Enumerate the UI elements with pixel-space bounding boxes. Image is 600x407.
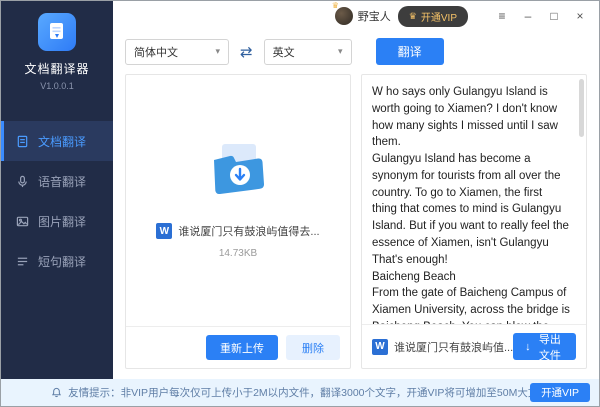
sidebar-item-label: 短句翻译 <box>38 253 86 270</box>
paragraph: Baicheng Beach <box>372 269 570 286</box>
sidebar-item-label: 语音翻译 <box>38 173 86 190</box>
app-version: V1.0.0.1 <box>40 81 74 91</box>
microphone-icon <box>16 175 29 188</box>
app-logo-icon <box>38 13 76 51</box>
language-toolbar: 简体中文 ▾ ⇄ 英文 ▾ 翻译 <box>113 31 599 74</box>
sidebar-item-label: 文档翻译 <box>38 133 86 150</box>
uploaded-file-name: 谁说厦门只有鼓浪屿值得去... <box>178 223 319 239</box>
chevron-down-icon: ▾ <box>338 46 343 57</box>
menu-icon[interactable]: ≡ <box>489 5 515 27</box>
sidebar: 文档翻译器 V1.0.0.1 文档翻译 语音翻译 <box>1 1 113 379</box>
paragraph: That's enough! <box>372 252 570 269</box>
image-icon <box>16 215 29 228</box>
source-language-select[interactable]: 简体中文 ▾ <box>125 39 229 65</box>
footer-notice-text: 友情提示：非VIP用户每次仅可上传小于2M以内文件，翻译3000个文字，开通VI… <box>68 385 549 400</box>
user-name: 野宝人 <box>358 8 391 24</box>
text-lines-icon <box>16 255 29 268</box>
sidebar-item-voice-translate[interactable]: 语音翻译 <box>1 161 113 201</box>
scrollbar[interactable] <box>579 79 584 320</box>
export-file-button[interactable]: ↓ 导出文件 <box>513 333 576 360</box>
translated-text: W ho says only Gulangyu Island is worth … <box>362 75 586 324</box>
export-file-label: 导出文件 <box>536 331 564 363</box>
word-file-icon: W <box>372 339 388 355</box>
target-language-value: 英文 <box>273 44 295 60</box>
reupload-button[interactable]: 重新上传 <box>206 335 278 360</box>
bell-icon <box>51 387 62 398</box>
result-file: W 谁说厦门只有鼓浪屿值... <box>372 339 513 355</box>
upload-folder-icon <box>206 142 270 203</box>
upload-actions: 重新上传 删除 <box>126 326 350 368</box>
app-window: 文档翻译器 V1.0.0.1 文档翻译 语音翻译 <box>0 0 600 407</box>
user-avatar: ♛ <box>335 7 353 25</box>
paragraph: From the gate of Baicheng Campus of Xiam… <box>372 285 570 324</box>
uploaded-file: W 谁说厦门只有鼓浪屿值得去... <box>156 223 319 239</box>
word-file-icon: W <box>156 223 172 239</box>
upload-dropzone[interactable]: W 谁说厦门只有鼓浪屿值得去... 14.73KB <box>126 75 350 326</box>
upload-panel: W 谁说厦门只有鼓浪屿值得去... 14.73KB 重新上传 删除 <box>125 74 351 369</box>
uploaded-file-size: 14.73KB <box>219 248 257 259</box>
sidebar-item-sentence-translate[interactable]: 短句翻译 <box>1 241 113 281</box>
maximize-icon[interactable]: □ <box>541 5 567 27</box>
result-actions: W 谁说厦门只有鼓浪屿值... ↓ 导出文件 <box>362 324 586 368</box>
minimize-icon[interactable]: – <box>515 5 541 27</box>
open-vip-pill-button[interactable]: ♛ 开通VIP <box>398 6 468 27</box>
chevron-down-icon: ▾ <box>215 46 220 57</box>
window-controls: ≡ – □ × <box>489 5 593 27</box>
result-panel: W ho says only Gulangyu Island is worth … <box>361 74 587 369</box>
delete-button[interactable]: 删除 <box>286 335 340 360</box>
sidebar-item-document-translate[interactable]: 文档翻译 <box>1 121 113 161</box>
swap-languages-icon[interactable]: ⇄ <box>240 43 253 61</box>
result-file-name: 谁说厦门只有鼓浪屿值... <box>394 339 513 355</box>
app-name: 文档翻译器 <box>24 60 89 77</box>
download-icon: ↓ <box>525 341 531 353</box>
sidebar-item-label: 图片翻译 <box>38 213 86 230</box>
source-language-value: 简体中文 <box>134 44 178 60</box>
close-icon[interactable]: × <box>567 5 593 27</box>
open-vip-label: 开通VIP <box>421 9 457 24</box>
target-language-select[interactable]: 英文 ▾ <box>264 39 352 65</box>
footer-notice-bar: 友情提示：非VIP用户每次仅可上传小于2M以内文件，翻译3000个文字，开通VI… <box>1 379 599 406</box>
crown-icon: ♛ <box>332 1 339 10</box>
footer-open-vip-button[interactable]: 开通VIP <box>530 383 590 402</box>
user-profile[interactable]: ♛ 野宝人 <box>335 7 391 25</box>
document-icon <box>16 135 29 148</box>
paragraph: W ho says only Gulangyu Island is worth … <box>372 84 570 151</box>
translate-button[interactable]: 翻译 <box>376 38 444 65</box>
scrollbar-thumb[interactable] <box>579 79 584 137</box>
crown-icon: ♛ <box>409 11 417 22</box>
titlebar: ♛ 野宝人 ♛ 开通VIP ≡ – □ × <box>113 1 599 31</box>
paragraph: Gulangyu Island has become a synonym for… <box>372 151 570 252</box>
sidebar-item-image-translate[interactable]: 图片翻译 <box>1 201 113 241</box>
sidebar-menu: 文档翻译 语音翻译 图片翻译 <box>1 121 113 281</box>
